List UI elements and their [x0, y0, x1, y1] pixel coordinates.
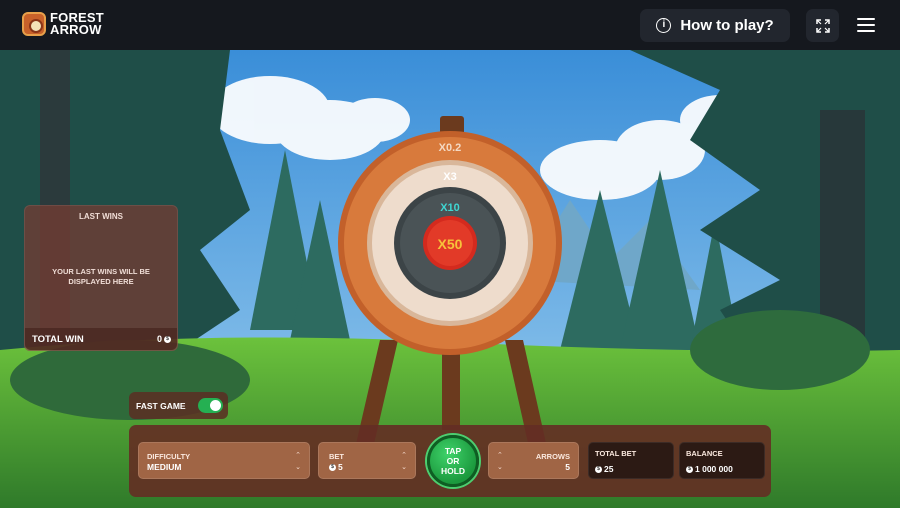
total-win-value: 0 — [156, 334, 162, 344]
tap-or-hold-button[interactable]: TAP OR HOLD — [427, 435, 479, 487]
fast-game-toggle[interactable] — [198, 398, 223, 413]
target-logo-icon — [22, 12, 46, 36]
bet-value: 5 — [338, 462, 343, 472]
bet-label: BET — [329, 452, 344, 461]
tap-line2: OR — [446, 456, 460, 466]
total-win-label: TOTAL WIN — [32, 334, 84, 345]
top-bar: FOREST ARROW i How to play? — [0, 0, 900, 50]
bet-decrease-icon[interactable]: ⌄ — [401, 464, 407, 471]
bet-increase-icon[interactable]: ⌃ — [401, 452, 407, 459]
last-wins-title: LAST WINS — [79, 212, 123, 221]
total-win-row: TOTAL WIN 0 $ — [25, 328, 177, 350]
difficulty-selector[interactable]: DIFFICULTY MEDIUM ⌃ ⌄ — [138, 442, 310, 479]
arrows-increase-icon[interactable]: ⌃ — [497, 452, 503, 459]
fast-game-toggle-row: FAST GAME — [129, 392, 228, 419]
coin-icon: $ — [686, 465, 693, 473]
last-wins-empty-message: YOUR LAST WINS WILL BE DISPLAYED HERE — [52, 267, 150, 286]
difficulty-label: DIFFICULTY — [147, 452, 191, 461]
arrows-label: ARROWS — [535, 452, 570, 461]
balance-label: BALANCE — [686, 449, 723, 458]
game-logo: FOREST ARROW — [22, 11, 104, 37]
logo-line2: ARROW — [50, 22, 102, 37]
menu-button[interactable] — [852, 13, 880, 37]
total-bet-display: TOTAL BET $ 25 — [588, 442, 674, 479]
coin-icon: $ — [595, 465, 602, 473]
chevron-up-icon[interactable]: ⌃ — [295, 452, 301, 459]
fullscreen-icon — [815, 18, 830, 33]
arrows-selector[interactable]: ⌃ ⌄ ARROWS 5 — [488, 442, 579, 479]
how-to-play-label: How to play? — [680, 17, 774, 34]
coin-icon: $ — [329, 463, 336, 471]
how-to-play-button[interactable]: i How to play? — [640, 9, 790, 42]
tap-line1: TAP — [444, 446, 462, 456]
bet-selector[interactable]: BET $ 5 ⌃ ⌄ — [318, 442, 416, 479]
target-board[interactable] — [338, 131, 562, 355]
chevron-down-icon[interactable]: ⌄ — [295, 464, 301, 471]
info-icon: i — [656, 18, 672, 33]
fast-game-label: FAST GAME — [136, 401, 186, 411]
balance-display: BALANCE $ 1 000 000 — [679, 442, 765, 479]
arrows-value: 5 — [565, 462, 570, 472]
total-bet-label: TOTAL BET — [595, 449, 637, 458]
difficulty-value: MEDIUM — [147, 462, 182, 472]
coin-icon: $ — [164, 335, 171, 343]
tap-line3: HOLD — [440, 466, 466, 476]
total-bet-value: 25 — [604, 464, 614, 474]
last-wins-panel: LAST WINS YOUR LAST WINS WILL BE DISPLAY… — [24, 205, 178, 351]
fullscreen-button[interactable] — [806, 9, 839, 42]
arrows-decrease-icon[interactable]: ⌄ — [497, 464, 503, 471]
balance-value: 1 000 000 — [695, 464, 733, 474]
hamburger-menu-icon — [857, 18, 875, 32]
bet-controls-bar: DIFFICULTY MEDIUM ⌃ ⌄ BET $ 5 ⌃ ⌄ TAP OR… — [129, 425, 771, 497]
